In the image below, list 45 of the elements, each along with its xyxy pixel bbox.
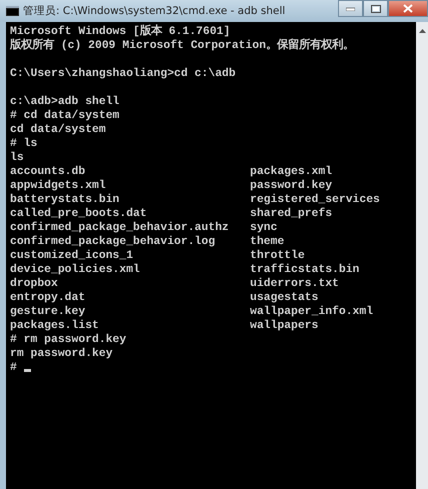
file-name: theme <box>250 235 284 249</box>
console-line: 版权所有 (c) 2009 Microsoft Corporation。保留所有权利。 <box>10 39 355 53</box>
console-icon <box>6 6 19 16</box>
file-name: accounts.db <box>10 165 86 179</box>
file-name: called_pre_boots.dat <box>10 207 148 221</box>
console-line: # ls <box>10 137 38 151</box>
console-line: C:\Users\zhangshaoliang>cd c:\adb <box>10 67 237 81</box>
file-name: device_policies.xml <box>10 263 141 277</box>
console-line: # cd data/system <box>10 109 120 123</box>
file-name: customized_icons_1 <box>10 249 134 263</box>
file-name: trafficstats.bin <box>250 263 360 277</box>
file-name: uiderrors.txt <box>250 277 339 291</box>
file-name: entropy.dat <box>10 291 86 305</box>
console-line: rm password.key <box>10 347 114 361</box>
minimize-icon <box>346 6 355 10</box>
close-icon <box>403 4 413 13</box>
console-line: cd data/system <box>10 123 107 137</box>
file-name: sync <box>250 221 278 235</box>
file-name: throttle <box>250 249 305 263</box>
file-name: wallpaper_info.xml <box>250 305 374 319</box>
maximize-icon <box>370 4 380 12</box>
file-name: batterystats.bin <box>10 193 120 207</box>
file-name: appwidgets.xml <box>10 179 107 193</box>
close-button[interactable] <box>388 0 428 17</box>
minimize-button[interactable] <box>338 0 363 17</box>
file-name: password.key <box>250 179 332 193</box>
scroll-up-icon[interactable] <box>418 28 426 33</box>
file-name: confirmed_package_behavior.log <box>10 235 216 249</box>
file-name: packages.list <box>10 319 100 333</box>
file-name: shared_prefs <box>250 207 332 221</box>
file-name: packages.xml <box>250 165 332 179</box>
file-name: usagestats <box>250 291 318 305</box>
text-cursor <box>24 368 31 372</box>
window-title: 管理员: C:\Windows\system32\cmd.exe - adb shell <box>23 4 286 18</box>
console-line: c:\adb>adb shell <box>10 95 120 109</box>
file-name: gesture.key <box>10 305 86 319</box>
prompt: # <box>10 361 17 375</box>
file-name: confirmed_package_behavior.authz <box>10 221 230 235</box>
console-line: Microsoft Windows [版本 6.1.7601] <box>10 25 232 38</box>
console-line: # rm password.key <box>10 333 128 347</box>
console-line: ls <box>10 151 25 165</box>
file-name: registered_services <box>250 193 380 207</box>
maximize-button[interactable] <box>363 0 388 17</box>
file-name: dropbox <box>10 277 59 291</box>
file-name: wallpapers <box>250 319 318 333</box>
